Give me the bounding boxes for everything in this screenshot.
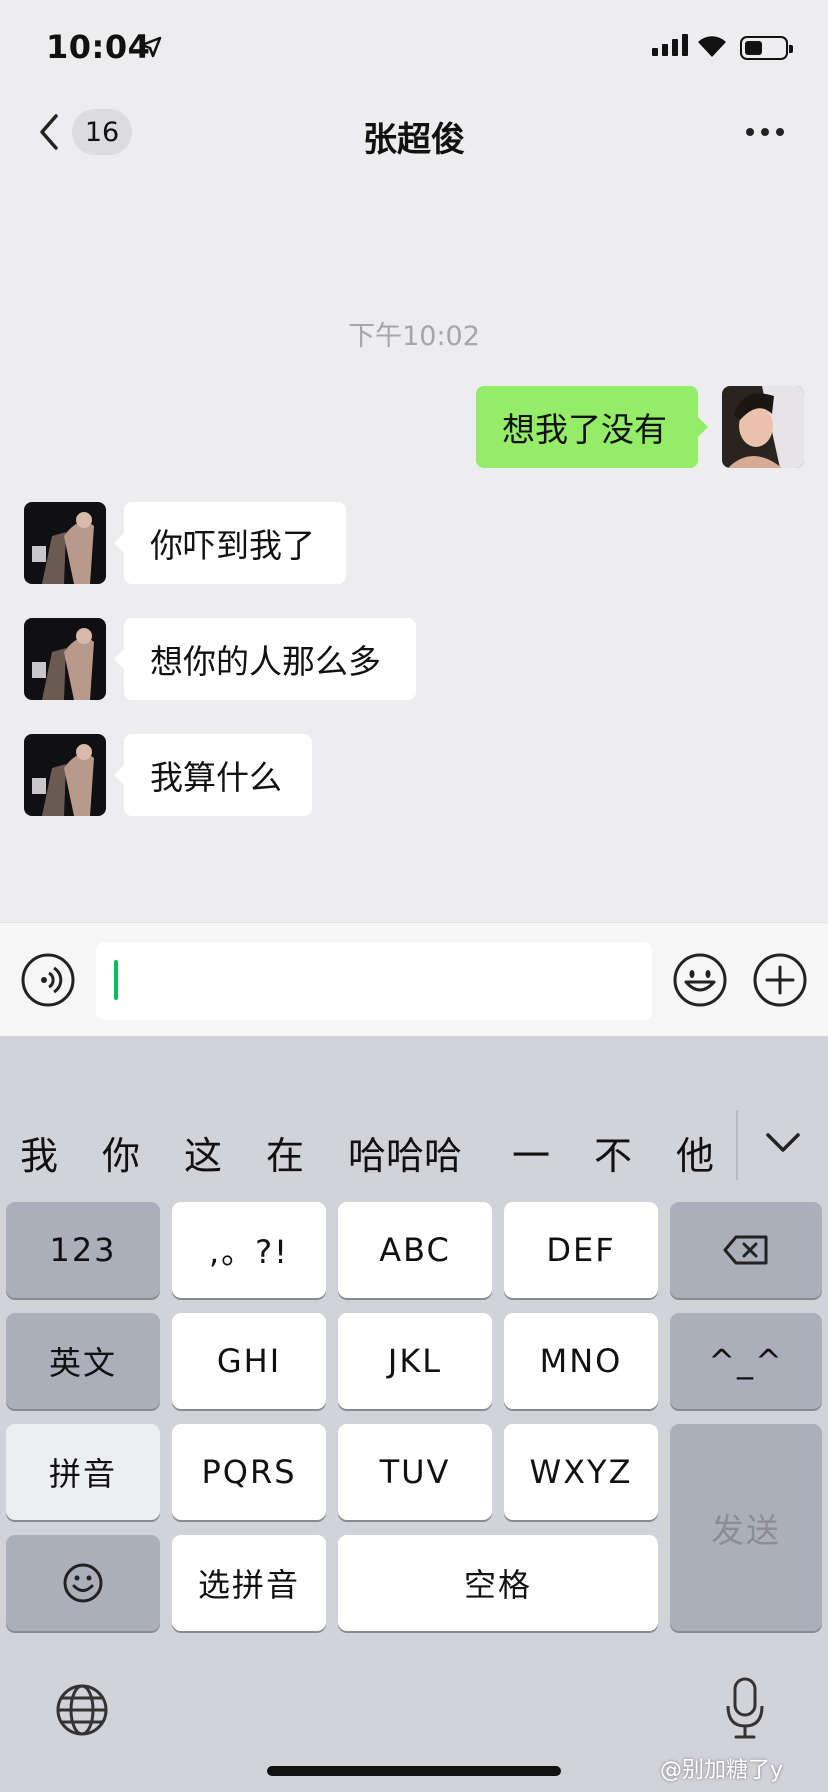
outgoing-message-bubble[interactable]: 想我了没有 xyxy=(476,386,708,468)
emoji-key[interactable] xyxy=(6,1535,160,1631)
key-tuv[interactable]: TUV xyxy=(338,1424,492,1520)
candidate-word[interactable]: 你 xyxy=(102,1125,140,1180)
send-key[interactable]: 发送 xyxy=(670,1424,822,1631)
key-select-pinyin[interactable]: 选拼音 xyxy=(172,1535,326,1631)
key-123[interactable]: 123 xyxy=(6,1202,160,1298)
candidate-word[interactable]: 他 xyxy=(676,1125,714,1180)
key-punctuation[interactable]: ,。?! xyxy=(172,1202,326,1298)
candidate-divider xyxy=(736,1110,738,1180)
message-input[interactable] xyxy=(96,942,652,1020)
candidate-word[interactable]: 我 xyxy=(20,1125,58,1180)
incoming-message-bubble[interactable]: 我算什么 xyxy=(114,734,312,816)
cellular-signal-icon xyxy=(652,34,688,56)
incoming-message-bubble[interactable]: 想你的人那么多 xyxy=(114,618,416,700)
battery-icon xyxy=(740,36,793,60)
home-indicator[interactable] xyxy=(267,1766,561,1776)
space-key[interactable]: 空格 xyxy=(338,1535,658,1631)
contact-avatar[interactable] xyxy=(24,734,106,816)
key-wxyz[interactable]: WXYZ xyxy=(504,1424,658,1520)
key-emoticon[interactable]: ^_^ xyxy=(670,1313,822,1409)
key-abc[interactable]: ABC xyxy=(338,1202,492,1298)
candidate-word[interactable]: 哈哈哈 xyxy=(348,1125,462,1180)
wifi-icon xyxy=(698,36,726,57)
chat-title: 张超俊 xyxy=(363,120,465,160)
contact-avatar[interactable] xyxy=(24,502,106,584)
add-attachment-icon[interactable] xyxy=(752,952,808,1008)
key-english[interactable]: 英文 xyxy=(6,1313,160,1409)
incoming-message-bubble[interactable]: 你吓到我了 xyxy=(114,502,346,584)
candidate-word[interactable]: 这 xyxy=(184,1125,222,1180)
text-caret xyxy=(114,960,118,1000)
key-def[interactable]: DEF xyxy=(504,1202,658,1298)
key-pqrs[interactable]: PQRS xyxy=(172,1424,326,1520)
key-pinyin[interactable]: 拼音 xyxy=(6,1424,160,1520)
key-ghi[interactable]: GHI xyxy=(172,1313,326,1409)
key-mno[interactable]: MNO xyxy=(504,1313,658,1409)
emoji-icon[interactable] xyxy=(672,952,728,1008)
key-jkl[interactable]: JKL xyxy=(338,1313,492,1409)
backspace-key[interactable] xyxy=(670,1202,822,1298)
message-timestamp: 下午10:02 xyxy=(348,321,480,352)
expand-candidates-chevron-icon[interactable] xyxy=(764,1130,802,1156)
location-arrow-icon xyxy=(140,36,162,58)
contact-avatar[interactable] xyxy=(24,618,106,700)
voice-input-icon[interactable] xyxy=(20,952,76,1008)
backspace-icon xyxy=(723,1235,768,1265)
candidate-word[interactable]: 不 xyxy=(594,1125,632,1180)
my-avatar[interactable] xyxy=(722,386,804,468)
more-options-icon[interactable] xyxy=(746,128,784,136)
emoji-icon xyxy=(63,1563,103,1603)
candidate-word[interactable]: 一 xyxy=(512,1125,550,1180)
microphone-icon[interactable] xyxy=(724,1676,766,1740)
status-time: 10:04 xyxy=(46,28,151,66)
globe-icon[interactable] xyxy=(54,1682,110,1738)
candidate-word[interactable]: 在 xyxy=(266,1125,304,1180)
watermark: @别加糖了y xyxy=(660,1758,784,1783)
